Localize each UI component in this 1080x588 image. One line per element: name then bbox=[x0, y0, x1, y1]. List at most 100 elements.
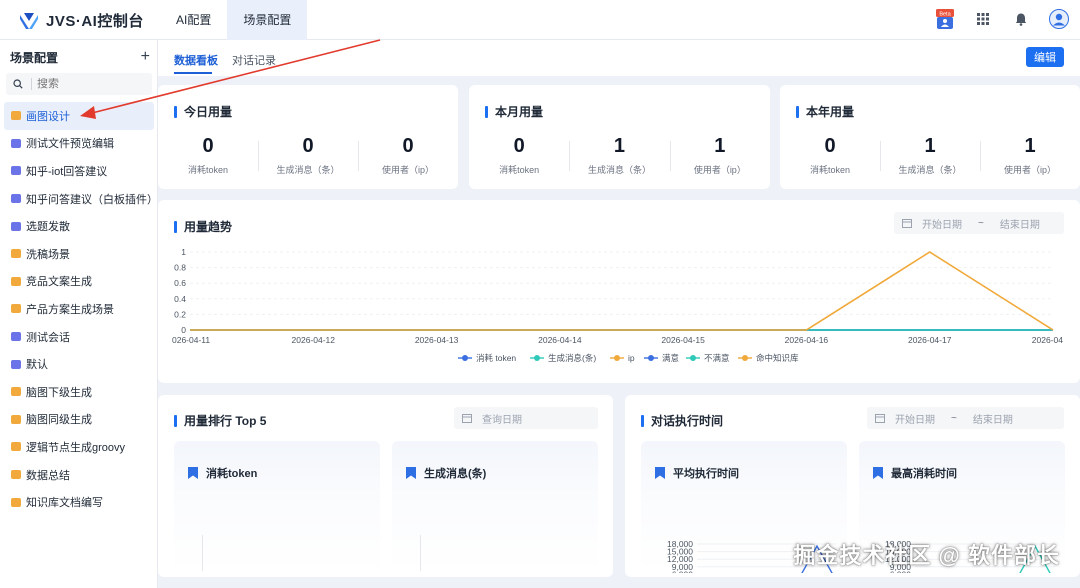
tab-conversation-records[interactable]: 对话记录 bbox=[232, 52, 276, 68]
sidebar-item[interactable]: 产品方案生成场景 bbox=[4, 295, 154, 323]
scene-icon bbox=[11, 332, 21, 342]
stat-value: 0 bbox=[824, 135, 836, 157]
top-nav-scene-config[interactable]: 场景配置 bbox=[227, 0, 308, 40]
card-title-text: 本月用量 bbox=[495, 105, 544, 119]
sidebar-item[interactable]: 测试文件预览编辑 bbox=[4, 130, 154, 158]
legend-marker bbox=[690, 355, 696, 361]
scene-icon bbox=[11, 111, 21, 121]
title-accent-bar bbox=[174, 414, 177, 427]
card-title-text: 对话执行时间 bbox=[651, 414, 724, 428]
search-divider bbox=[31, 78, 32, 90]
card-title: 用量排行 Top 5 bbox=[174, 412, 266, 429]
stat-group: 0 消耗token 1 生成消息（条） 1 使用者（ip） bbox=[469, 133, 770, 176]
stat-token: 0 消耗token bbox=[469, 133, 569, 176]
panel-title: 消耗token bbox=[188, 465, 257, 481]
rank-axis-line bbox=[420, 535, 421, 571]
stat-group: 0 消耗token 1 生成消息（条） 1 使用者（ip） bbox=[780, 133, 1080, 176]
app-title: JVS·AI控制台 bbox=[46, 13, 144, 30]
usage-card-year: 本年用量 0 消耗token 1 生成消息（条） 1 使用者（ip） bbox=[780, 85, 1080, 189]
stat-value: 1 bbox=[714, 135, 726, 157]
sidebar-item[interactable]: 知乎-iot回答建议 bbox=[4, 157, 154, 185]
panel-title: 生成消息(条) bbox=[406, 465, 486, 481]
edit-button[interactable]: 编辑 bbox=[1026, 47, 1064, 67]
rank-date-input[interactable]: 查询日期 bbox=[454, 407, 598, 429]
exec-date-range[interactable]: 开始日期 ~ 结束日期 bbox=[867, 407, 1064, 429]
x-tick-label: 2026-04-14 bbox=[538, 335, 582, 345]
sidebar-item[interactable]: 数据总结 bbox=[4, 461, 154, 489]
sidebar-search[interactable] bbox=[6, 73, 152, 95]
legend-label: 生成消息(条) bbox=[548, 353, 596, 363]
tab-dashboard[interactable]: 数据看板 bbox=[174, 52, 218, 68]
y-tick-label: 0.8 bbox=[174, 263, 186, 273]
y-tick-label: 0.6 bbox=[174, 278, 186, 288]
card-title-text: 用量排行 Top 5 bbox=[184, 414, 267, 428]
sidebar-item[interactable]: 选题发散 bbox=[4, 212, 154, 240]
add-scene-button[interactable]: + bbox=[141, 49, 150, 65]
scene-icon bbox=[11, 442, 21, 452]
bookmark-icon bbox=[188, 467, 198, 479]
x-tick-label: 2026-04 bbox=[1032, 335, 1063, 345]
stat-label: 使用者（ip） bbox=[1003, 165, 1056, 175]
stat-label: 消耗token bbox=[809, 165, 851, 175]
card-title-text: 今日用量 bbox=[184, 105, 233, 119]
sidebar-item[interactable]: 画图设计 bbox=[4, 102, 154, 130]
calendar-icon bbox=[462, 414, 472, 423]
stat-value: 1 bbox=[1024, 135, 1036, 157]
sidebar-item[interactable]: 逻辑节点生成groovy bbox=[4, 433, 154, 461]
apps-grid-icon[interactable] bbox=[972, 8, 994, 30]
legend-label: 不满意 bbox=[704, 353, 730, 363]
bell-icon[interactable] bbox=[1010, 8, 1032, 30]
range-separator: ~ bbox=[951, 412, 957, 424]
sidebar-item-label: 默认 bbox=[26, 359, 48, 372]
sidebar-item-label: 知乎-iot回答建议 bbox=[26, 165, 108, 178]
sidebar-item[interactable]: 竞品文案生成 bbox=[4, 268, 154, 296]
sidebar-item[interactable]: 洗稿场景 bbox=[4, 240, 154, 268]
main-header: 数据看板 对话记录 编辑 bbox=[158, 40, 1080, 76]
stat-value: 0 bbox=[302, 135, 314, 157]
panel-title-text: 生成消息(条) bbox=[424, 468, 487, 480]
end-date-input[interactable]: 结束日期 bbox=[973, 411, 1013, 426]
x-tick-label: 2026-04-15 bbox=[661, 335, 705, 345]
y-tick-label: 0 bbox=[181, 325, 186, 335]
top-nav-ai-config[interactable]: AI配置 bbox=[160, 0, 227, 40]
title-accent-bar bbox=[485, 105, 488, 118]
stat-token: 0 消耗token bbox=[158, 133, 258, 176]
sidebar-item-label: 洗稿场景 bbox=[26, 248, 70, 261]
usage-trend-card: 用量趋势 开始日期 ~ 结束日期 1 0.8 0.6 0.4 0.2 0 026-04-11… bbox=[158, 200, 1080, 383]
user-avatar[interactable] bbox=[1048, 8, 1070, 30]
scene-icon bbox=[11, 194, 21, 204]
sidebar-item-label: 测试会话 bbox=[26, 331, 70, 344]
sidebar-item[interactable]: 脑图同级生成 bbox=[4, 406, 154, 434]
sidebar-item-label: 产品方案生成场景 bbox=[26, 303, 114, 316]
stat-users: 0 使用者（ip） bbox=[358, 133, 458, 176]
stat-messages: 0 生成消息（条） bbox=[258, 133, 358, 176]
sidebar-header: 场景配置 + bbox=[10, 48, 150, 66]
title-accent-bar bbox=[796, 105, 799, 118]
sidebar-item[interactable]: 知乎问答建议（白板插件） bbox=[4, 185, 158, 213]
app-logo[interactable]: JVS·AI控制台 bbox=[18, 10, 144, 31]
scene-icon bbox=[11, 276, 21, 286]
sidebar-item[interactable]: 脑图下级生成 bbox=[4, 378, 154, 406]
sidebar-item-label: 逻辑节点生成groovy bbox=[26, 441, 126, 454]
scene-icon bbox=[11, 304, 21, 314]
stat-label: 消耗token bbox=[499, 165, 540, 175]
beta-badge-text: Beta bbox=[939, 11, 951, 17]
scene-icon bbox=[11, 387, 21, 397]
beta-app-icon[interactable]: Beta bbox=[934, 8, 956, 30]
start-date-input[interactable]: 开始日期 bbox=[895, 411, 935, 426]
search-input[interactable] bbox=[37, 78, 137, 90]
sidebar-item[interactable]: 知识库文档编写 bbox=[4, 488, 154, 516]
scene-icon bbox=[11, 359, 21, 369]
series-line bbox=[190, 251, 1054, 331]
x-tick-label: 2026-04-12 bbox=[292, 335, 336, 345]
x-tick-label: 026-04-11 bbox=[172, 335, 210, 345]
stat-value: 1 bbox=[924, 135, 936, 157]
top-right-toolbar: Beta bbox=[934, 8, 1070, 30]
sidebar-item[interactable]: 默认 bbox=[4, 350, 154, 378]
top-bar: JVS·AI控制台 AI配置 场景配置 Beta bbox=[0, 0, 1080, 40]
logo-icon bbox=[20, 12, 38, 29]
sidebar-item[interactable]: 测试会话 bbox=[4, 323, 154, 351]
y-tick-label: 0.2 bbox=[174, 309, 186, 319]
stat-label: 生成消息（条） bbox=[276, 165, 340, 175]
title-accent-bar bbox=[641, 414, 644, 427]
